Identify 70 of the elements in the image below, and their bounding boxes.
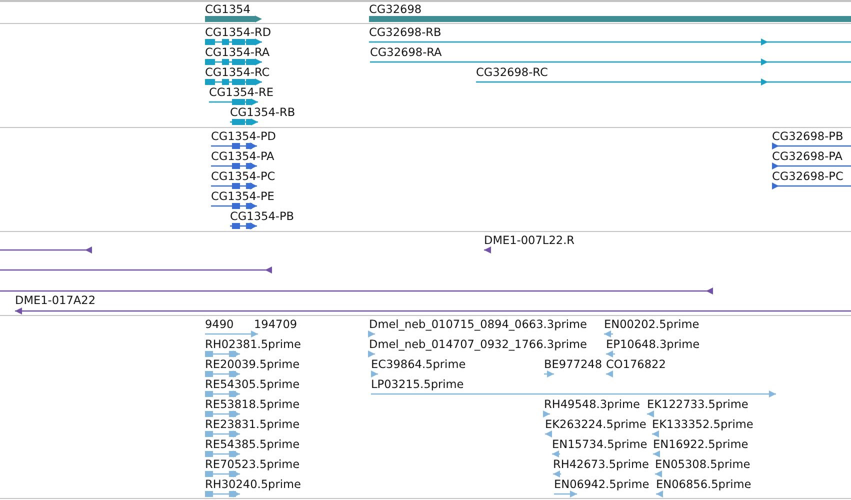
feature-glyph[interactable] — [369, 38, 851, 46]
feature-label: CG1354-RB — [230, 106, 296, 119]
feature-label: CG1354-PB — [230, 210, 294, 223]
feature-glyph[interactable] — [205, 38, 262, 46]
feature-label: EC39864.5prime — [371, 358, 466, 371]
feature-label: BE977248 — [544, 358, 602, 371]
feature-label: Dmel_neb_010715_0894_0663.3prime — [369, 318, 587, 331]
feature-glyph[interactable] — [211, 142, 257, 150]
feature-label: 194709 — [254, 318, 298, 331]
feature-label: RH42673.5prime — [553, 458, 649, 471]
feature-glyph[interactable] — [209, 98, 258, 106]
feature-glyph[interactable] — [0, 266, 272, 274]
feature-glyph[interactable] — [0, 246, 92, 254]
feature-label: CG1354-RD — [205, 26, 272, 39]
feature-glyph[interactable] — [205, 58, 262, 66]
feature-glyph[interactable] — [211, 162, 257, 170]
feature-label: CG1354-PC — [211, 170, 276, 183]
feature-glyph[interactable] — [0, 288, 713, 294]
feature-glyph[interactable] — [772, 182, 851, 190]
feature-label: EN06856.5prime — [656, 478, 752, 491]
feature-glyph[interactable] — [205, 16, 262, 22]
feature-label: EK263224.5prime — [545, 418, 646, 431]
feature-label: CG32698 — [369, 3, 422, 16]
feature-label: DME1-017A22 — [15, 294, 96, 307]
feature-label: 9490 — [205, 318, 234, 331]
feature-label: RH02381.5prime — [205, 338, 301, 351]
feature-glyph[interactable] — [230, 222, 257, 230]
feature-glyph[interactable] — [476, 78, 851, 86]
feature-glyph[interactable] — [211, 202, 257, 210]
feature-label: CG32698-PB — [772, 130, 844, 143]
feature-label: CG32698-RC — [476, 66, 548, 79]
feature-label: EK122733.5prime — [647, 398, 748, 411]
feature-glyph[interactable] — [211, 182, 257, 190]
feature-label: DME1-007L22.R — [484, 234, 575, 247]
feature-label: CG32698-PA — [772, 150, 842, 163]
feature-glyph[interactable] — [205, 78, 262, 86]
feature-label: RE20039.5prime — [205, 358, 300, 371]
feature-label: EN15734.5prime — [552, 438, 648, 451]
feature-label: RE70523.5prime — [205, 458, 300, 471]
feature-glyph[interactable] — [772, 142, 851, 150]
feature-label: CG1354-RE — [209, 86, 274, 99]
feature-label: CG1354-RA — [205, 46, 270, 59]
feature-label: CG1354-PE — [211, 190, 274, 203]
feature-label: RE53818.5prime — [205, 398, 300, 411]
feature-label: CG1354-RC — [205, 66, 270, 79]
feature-label: RE54305.5prime — [205, 378, 300, 391]
feature-label: EP10648.3prime — [606, 338, 700, 351]
feature-glyph[interactable] — [370, 58, 851, 66]
feature-label: CG32698-RA — [370, 46, 442, 59]
feature-label: CO176822 — [606, 358, 666, 371]
feature-label: RH30240.5prime — [205, 478, 301, 491]
feature-label: EN06942.5prime — [554, 478, 650, 491]
feature-label: CG1354-PD — [211, 130, 276, 143]
feature-glyph[interactable] — [772, 162, 851, 170]
feature-glyph[interactable] — [230, 118, 258, 126]
feature-label: CG32698-RB — [369, 26, 442, 39]
feature-label: Dmel_neb_014707_0932_1766.3prime — [369, 338, 587, 351]
feature-label: EK133352.5prime — [652, 418, 754, 431]
feature-label: CG1354-PA — [211, 150, 274, 163]
feature-label: LP03215.5prime — [371, 378, 464, 391]
feature-label: EN16922.5prime — [653, 438, 748, 451]
feature-glyph[interactable] — [484, 246, 491, 254]
feature-label: RE54385.5prime — [205, 438, 300, 451]
feature-label: CG1354 — [205, 3, 250, 16]
feature-label: RE23831.5prime — [205, 418, 300, 431]
feature-label: EN00202.5prime — [604, 318, 700, 331]
feature-label: RH49548.3prime — [544, 398, 640, 411]
feature-label: CG32698-PC — [772, 170, 844, 183]
feature-glyph[interactable] — [15, 308, 851, 314]
feature-label: EN05308.5prime — [655, 458, 750, 471]
